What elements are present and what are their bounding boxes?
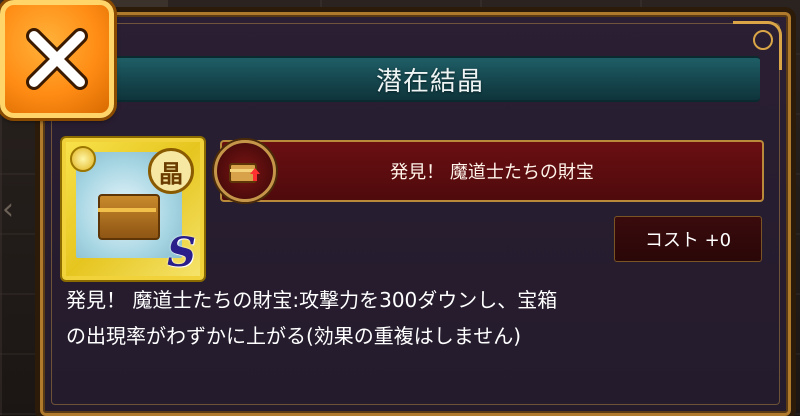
close-icon — [26, 28, 88, 90]
ability-description: 発見！ 魔道士たちの財宝:攻撃力を300ダウンし、宝箱 の出現率がわずかに上がる… — [66, 288, 558, 348]
ability-icon-frame — [214, 140, 276, 202]
left-arrow-icon: ‹ — [2, 192, 14, 227]
cost-box: コスト +0 — [614, 216, 762, 262]
dialog-title: 潜在結晶 — [375, 66, 484, 97]
ability-name: 発見！ 魔道士たちの財宝 — [390, 162, 594, 183]
card-rank: S — [167, 229, 196, 276]
card-corner-badge-icon — [70, 146, 96, 172]
ability-bar: 発見！ 魔道士たちの財宝 — [220, 140, 764, 202]
dialog-title-bar: 潜在結晶 — [100, 56, 760, 102]
crystal-card: 晶 S — [62, 138, 204, 280]
cost-label: コスト +0 — [644, 230, 732, 251]
chest-up-arrow-icon — [229, 163, 260, 183]
card-kanji-badge: 晶 — [148, 148, 194, 194]
treasure-chest-icon — [98, 194, 160, 240]
close-button[interactable] — [0, 0, 114, 118]
